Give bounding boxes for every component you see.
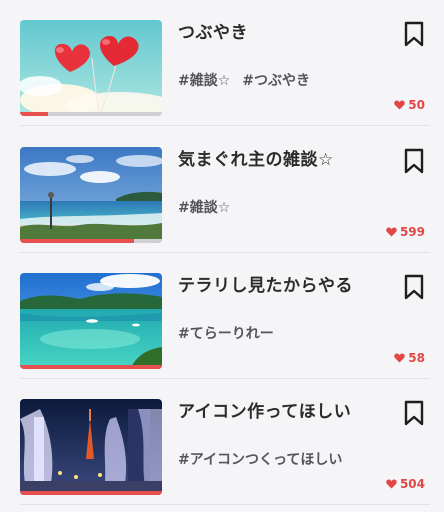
like-count: 599 [386,225,425,239]
like-count-value: 504 [399,477,425,491]
thumbnail-image[interactable] [20,399,162,495]
list-item[interactable]: テラリし見たからやる #てらーりれー 58 [0,253,444,379]
bookmark-icon[interactable] [402,400,426,426]
heart-icon [394,353,406,363]
tag-list: #雑談☆ [178,197,242,217]
progress-fill [20,491,162,495]
bookmark-icon[interactable] [402,21,426,47]
post-title[interactable]: テラリし見たからやる [178,271,378,296]
thumbnail-image[interactable] [20,273,162,369]
list-item[interactable]: つぶやき #雑談☆ #つぶやき 50 [0,0,444,126]
balloons-image [20,20,162,116]
post-title[interactable]: 気まぐれ主の雑談☆ [178,145,378,170]
tag-list: #雑談☆ #つぶやき [178,70,322,90]
heart-icon [394,100,406,110]
progress-bar [20,491,162,495]
heart-icon [386,479,397,489]
post-list: つぶやき #雑談☆ #つぶやき 50 気まぐれ主の雑談☆ #雑談☆ 599 テラ… [0,0,444,512]
tag[interactable]: #てらーりれー [178,326,274,342]
like-count-value: 50 [408,98,425,112]
progress-fill [20,365,162,369]
tag[interactable]: #雑談☆ [178,200,230,216]
thumbnail-image[interactable] [20,20,162,116]
like-count: 504 [386,477,425,491]
progress-bar [20,112,162,116]
bookmark-icon[interactable] [402,148,426,174]
tag-list: #アイコンつくってほしい [178,449,354,469]
progress-fill [20,112,49,116]
tag[interactable]: #雑談☆ [178,73,230,89]
like-count: 50 [394,98,425,112]
like-count: 58 [394,351,425,365]
post-title[interactable]: つぶやき [178,18,378,43]
post-title[interactable]: アイコン作ってほしい [178,397,378,422]
list-item[interactable]: アイコン作ってほしい #アイコンつくってほしい 504 [0,379,444,505]
bookmark-icon[interactable] [402,274,426,300]
like-count-value: 599 [399,225,425,239]
ocean-beach-image [20,147,162,243]
tag[interactable]: #アイコンつくってほしい [178,452,342,468]
list-item[interactable]: 気まぐれ主の雑談☆ #雑談☆ 599 [0,127,444,253]
progress-fill [20,239,134,243]
tag[interactable]: #つぶやき [242,73,310,89]
heart-icon [386,227,397,237]
progress-bar [20,365,162,369]
like-count-value: 58 [408,351,425,365]
tag-list: #てらーりれー [178,323,286,343]
tokyo-tower-image [20,399,162,495]
thumbnail-image[interactable] [20,147,162,243]
progress-bar [20,239,162,243]
tropical-lagoon-image [20,273,162,369]
